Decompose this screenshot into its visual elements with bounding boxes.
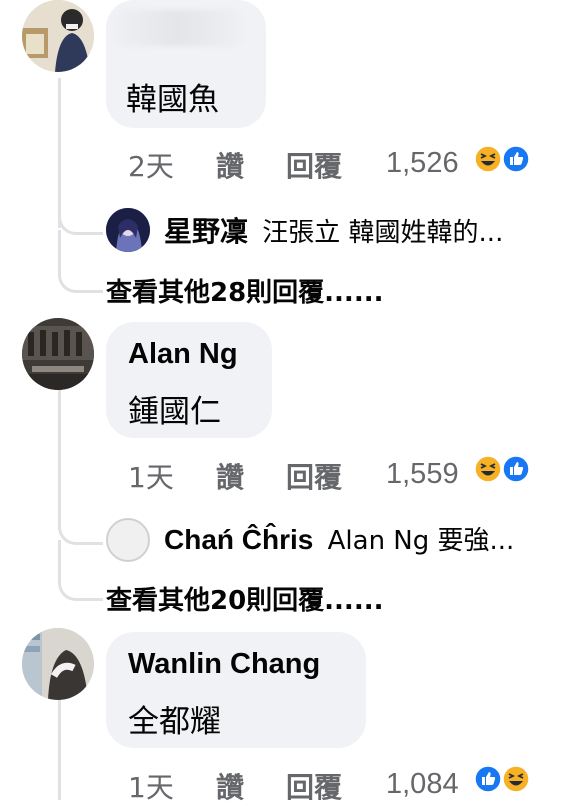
haha-reaction-icon[interactable] <box>474 145 502 173</box>
comment-2-author[interactable]: Alan Ng <box>128 338 238 371</box>
comment-3-text: 全都耀 <box>128 704 221 740</box>
comment-3-like-button[interactable]: 讚 <box>216 766 244 806</box>
comment-1-text: 韓國魚 <box>126 82 219 118</box>
comment-3-time[interactable]: 1天 <box>128 766 174 806</box>
reply-1-text: 汪張立 韓國姓韓的... <box>262 218 504 248</box>
reply-2-name[interactable]: Chań Ĉĥris <box>164 524 313 555</box>
like-reaction-icon[interactable] <box>502 145 530 173</box>
comment-3-author[interactable]: Wanlin Chang <box>128 648 320 681</box>
comment-3-avatar[interactable] <box>22 628 94 700</box>
comment-1-like-button[interactable]: 讚 <box>216 145 244 185</box>
thread-line-3 <box>58 700 61 800</box>
reply-1-name[interactable]: 星野凜 <box>164 216 248 247</box>
reply-2-preview[interactable]: Chań Ĉĥris Alan Ng 要強... <box>164 520 514 557</box>
comment-3-reaction-count[interactable]: 1,084 <box>386 768 459 801</box>
reply-2-text: Alan Ng 要強... <box>327 526 515 556</box>
comment-2-bubble: Alan Ng 鍾國仁 <box>106 322 272 438</box>
comment-2-reply-button[interactable]: 回覆 <box>286 456 342 496</box>
reply-2-avatar[interactable] <box>106 518 150 562</box>
comment-1-time[interactable]: 2天 <box>128 145 174 185</box>
comment-1-author-redacted <box>114 10 244 46</box>
haha-reaction-icon[interactable] <box>502 765 530 793</box>
comment-2-like-button[interactable]: 讚 <box>216 456 244 496</box>
comment-3-bubble: Wanlin Chang 全都耀 <box>106 632 366 748</box>
comment-2-avatar[interactable] <box>22 318 94 390</box>
like-reaction-icon[interactable] <box>474 765 502 793</box>
view-more-replies-2[interactable]: 查看其他20則回覆...... <box>106 580 383 617</box>
view-more-replies-1[interactable]: 查看其他28則回覆...... <box>106 272 383 309</box>
comment-2-time[interactable]: 1天 <box>128 456 174 496</box>
thread-branch-1b <box>58 230 103 293</box>
comment-3-reply-button[interactable]: 回覆 <box>286 766 342 806</box>
reply-1-avatar[interactable] <box>106 208 150 252</box>
like-reaction-icon[interactable] <box>502 455 530 483</box>
comment-1-reaction-count[interactable]: 1,526 <box>386 147 459 180</box>
comment-1-bubble: 韓國魚 <box>106 0 266 128</box>
haha-reaction-icon[interactable] <box>474 455 502 483</box>
comment-2-text: 鍾國仁 <box>128 394 221 430</box>
thread-line-2 <box>58 390 61 530</box>
comment-1-reply-button[interactable]: 回覆 <box>286 145 342 185</box>
comment-1-avatar[interactable] <box>22 0 94 72</box>
comment-2-reaction-count[interactable]: 1,559 <box>386 458 459 491</box>
thread-branch-2b <box>58 540 103 601</box>
reply-1-preview[interactable]: 星野凜 汪張立 韓國姓韓的... <box>164 210 503 250</box>
